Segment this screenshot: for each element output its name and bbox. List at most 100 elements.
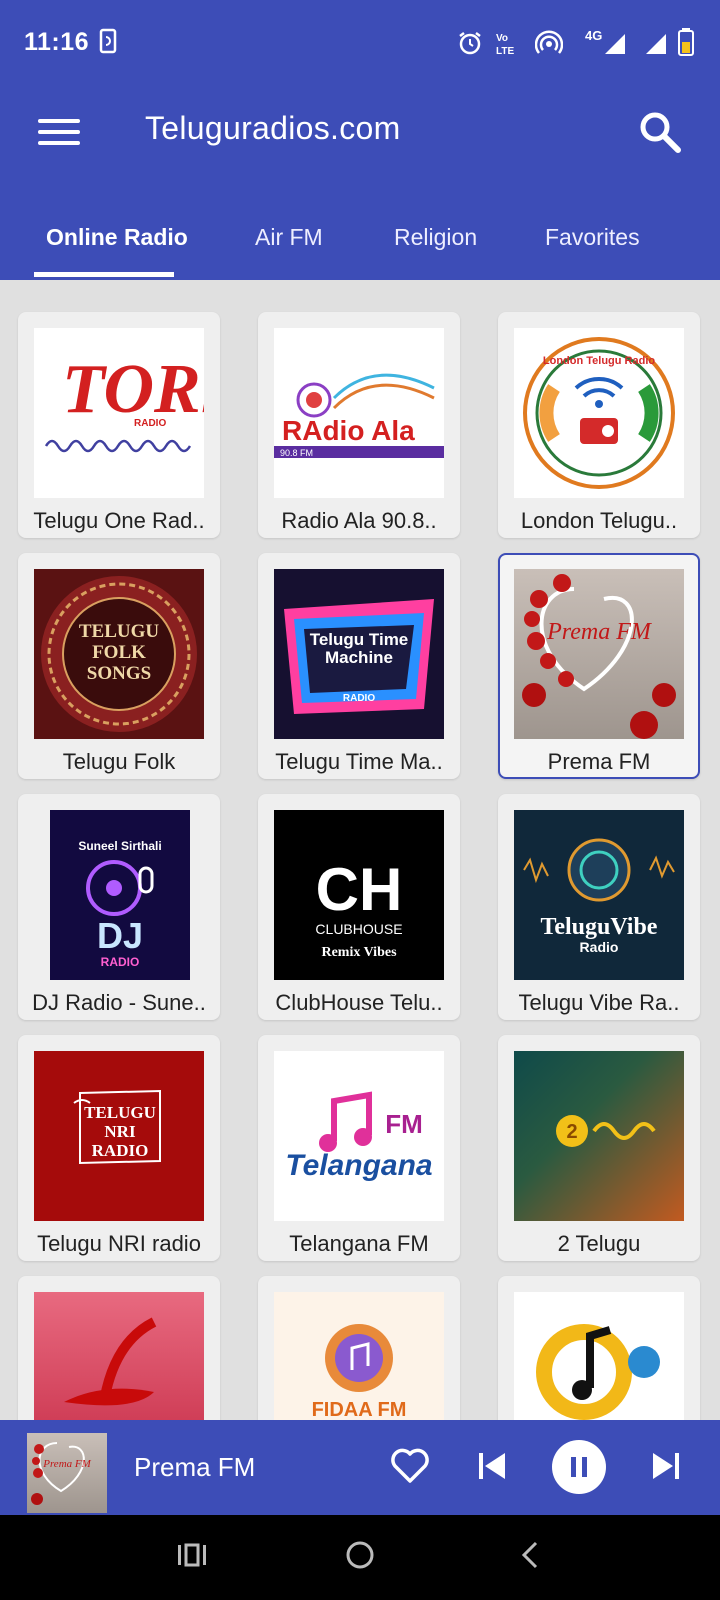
station-name: Telugu Time Ma..	[275, 749, 443, 774]
volte-icon: Vo LTE	[496, 33, 514, 56]
logo-text: Telangana	[285, 1149, 432, 1182]
station-card[interactable]: Telugu Time Machine RADIO Telugu Time Ma…	[258, 553, 460, 779]
heart-icon[interactable]	[390, 1448, 430, 1484]
skip-previous-icon[interactable]	[476, 1450, 508, 1482]
station-card[interactable]: TORi RADIO Telugu One Rad..	[18, 312, 220, 538]
tab-religion[interactable]: Religion	[394, 224, 477, 251]
logo-text: London Telugu Radio	[543, 355, 655, 367]
hotspot-icon	[535, 30, 563, 54]
logo-top: Remix Vibes	[321, 945, 397, 960]
battery-icon	[678, 28, 694, 56]
station-card[interactable]: FM Telangana Telangana FM	[258, 1035, 460, 1261]
station-card[interactable]: TELUGU NRI RADIO Telugu NRI radio	[18, 1035, 220, 1261]
recents-icon[interactable]	[176, 1539, 208, 1571]
station-name: Telugu NRI radio	[37, 1231, 201, 1256]
station-card[interactable]: TeluguVibe Radio Telugu Vibe Ra..	[498, 794, 700, 1020]
skip-next-icon[interactable]	[650, 1450, 682, 1482]
tab-bar: Online Radio Air FM Religion Favorites	[0, 210, 720, 280]
station-card[interactable]: FIDAA FM	[258, 1276, 460, 1420]
tab-favorites[interactable]: Favorites	[545, 224, 640, 251]
system-nav-bar	[0, 1515, 720, 1600]
station-card[interactable]	[18, 1276, 220, 1420]
logo-text: CH	[316, 856, 403, 923]
station-name: Prema FM	[547, 749, 651, 774]
station-name: Telugu Vibe Ra..	[518, 990, 680, 1015]
logo-text: RAdio Ala	[282, 415, 415, 446]
station-name: ClubHouse Telu..	[275, 990, 443, 1015]
svg-text:Vo: Vo	[496, 33, 508, 44]
logo-text: TELUGU FOLK SONGS	[78, 621, 160, 684]
logo-text: TORi	[62, 351, 204, 428]
search-icon[interactable]	[636, 108, 684, 156]
status-time: 11:16	[24, 28, 90, 56]
station-card[interactable]	[498, 1276, 700, 1420]
logo-text: DJ	[97, 915, 143, 956]
logo-text: FIDAA FM	[312, 1399, 407, 1420]
logo-text: 2	[566, 1121, 577, 1143]
station-name: Telangana FM	[289, 1231, 429, 1256]
now-playing-thumbnail: Prema FM	[27, 1433, 107, 1513]
station-logo: London Telugu Radio	[514, 328, 684, 498]
station-name: DJ Radio - Sune..	[32, 990, 206, 1015]
status-bar: 11:16 Vo LTE 4G	[0, 0, 720, 86]
signal-icon	[646, 34, 666, 54]
alarm-icon	[459, 32, 481, 55]
tab-indicator	[34, 272, 174, 277]
station-logo	[514, 1292, 684, 1420]
station-logo: FIDAA FM	[274, 1292, 444, 1420]
station-name: 2 Telugu	[557, 1231, 641, 1256]
logo-sub: RADIO	[101, 955, 140, 969]
tab-air-fm[interactable]: Air FM	[255, 224, 323, 251]
logo-top: Suneel Sirthali	[78, 839, 161, 853]
svg-text:LTE: LTE	[496, 46, 514, 56]
station-logo: TORi RADIO	[34, 328, 204, 498]
station-card-selected[interactable]: Prema FM Prema FM	[498, 553, 700, 779]
station-grid: TORi RADIO Telugu One Rad.. RAdio Ala 90…	[0, 280, 720, 1420]
station-card[interactable]: RAdio Ala 90.8 FM Radio Ala 90.8..	[258, 312, 460, 538]
pause-button[interactable]	[552, 1440, 606, 1494]
station-name: Telugu Folk	[62, 749, 176, 774]
app-title: Teluguradios.com	[145, 110, 401, 146]
station-name: London Telugu..	[520, 508, 678, 533]
pause-icon	[571, 1457, 587, 1477]
app-header: 11:16 Vo LTE 4G Teluguradios.com Online …	[0, 0, 720, 280]
now-playing-bar[interactable]: Prema FM Prema FM	[0, 1420, 720, 1515]
back-icon[interactable]	[514, 1539, 546, 1571]
logo-sub: Radio	[580, 939, 619, 955]
logo-sub: RADIO	[134, 418, 166, 429]
logo-sub: CLUBHOUSE	[315, 921, 402, 937]
station-card[interactable]: London Telugu Radio London Telugu..	[498, 312, 700, 538]
station-logo: RAdio Ala 90.8 FM	[274, 328, 444, 498]
station-card[interactable]: 2 2 Telugu	[498, 1035, 700, 1261]
network-type: 4G	[585, 28, 602, 43]
station-logo	[34, 1292, 204, 1420]
station-logo: Suneel Sirthali DJ RADIO	[50, 810, 190, 980]
station-card[interactable]: TELUGU FOLK SONGS Telugu Folk	[18, 553, 220, 779]
logo-sub: FM	[385, 1109, 423, 1139]
logo-text: TELUGU NRI RADIO	[84, 1103, 156, 1160]
logo-text: Prema FM	[546, 619, 653, 645]
station-logo: Prema FM	[514, 569, 684, 739]
station-logo: FM Telangana	[274, 1051, 444, 1221]
station-name: Telugu One Rad..	[33, 508, 205, 533]
logo-text: Telugu Time Machine	[309, 631, 409, 667]
station-name: Radio Ala 90.8..	[281, 508, 437, 533]
signal-4g-icon: 4G	[585, 28, 625, 54]
station-card[interactable]: Suneel Sirthali DJ RADIO DJ Radio - Sune…	[18, 794, 220, 1020]
toolbar: Teluguradios.com	[0, 86, 720, 206]
logo-sub: 90.8 FM	[280, 448, 313, 458]
tab-online-radio[interactable]: Online Radio	[46, 224, 188, 251]
station-logo: Telugu Time Machine RADIO	[274, 569, 444, 739]
menu-icon[interactable]	[36, 112, 82, 158]
station-logo: TELUGU NRI RADIO	[34, 1051, 204, 1221]
logo-sub: RADIO	[343, 693, 375, 704]
phone-sync-icon	[99, 28, 117, 54]
station-logo: CH CLUBHOUSE Remix Vibes	[274, 810, 444, 980]
now-playing-title: Prema FM	[134, 1452, 256, 1482]
home-icon[interactable]	[344, 1539, 376, 1571]
logo-text: TeluguVibe	[541, 914, 658, 940]
station-logo: TeluguVibe Radio	[514, 810, 684, 980]
station-logo: 2	[514, 1051, 684, 1221]
station-card[interactable]: CH CLUBHOUSE Remix Vibes ClubHouse Telu.…	[258, 794, 460, 1020]
station-logo: TELUGU FOLK SONGS	[34, 569, 204, 739]
